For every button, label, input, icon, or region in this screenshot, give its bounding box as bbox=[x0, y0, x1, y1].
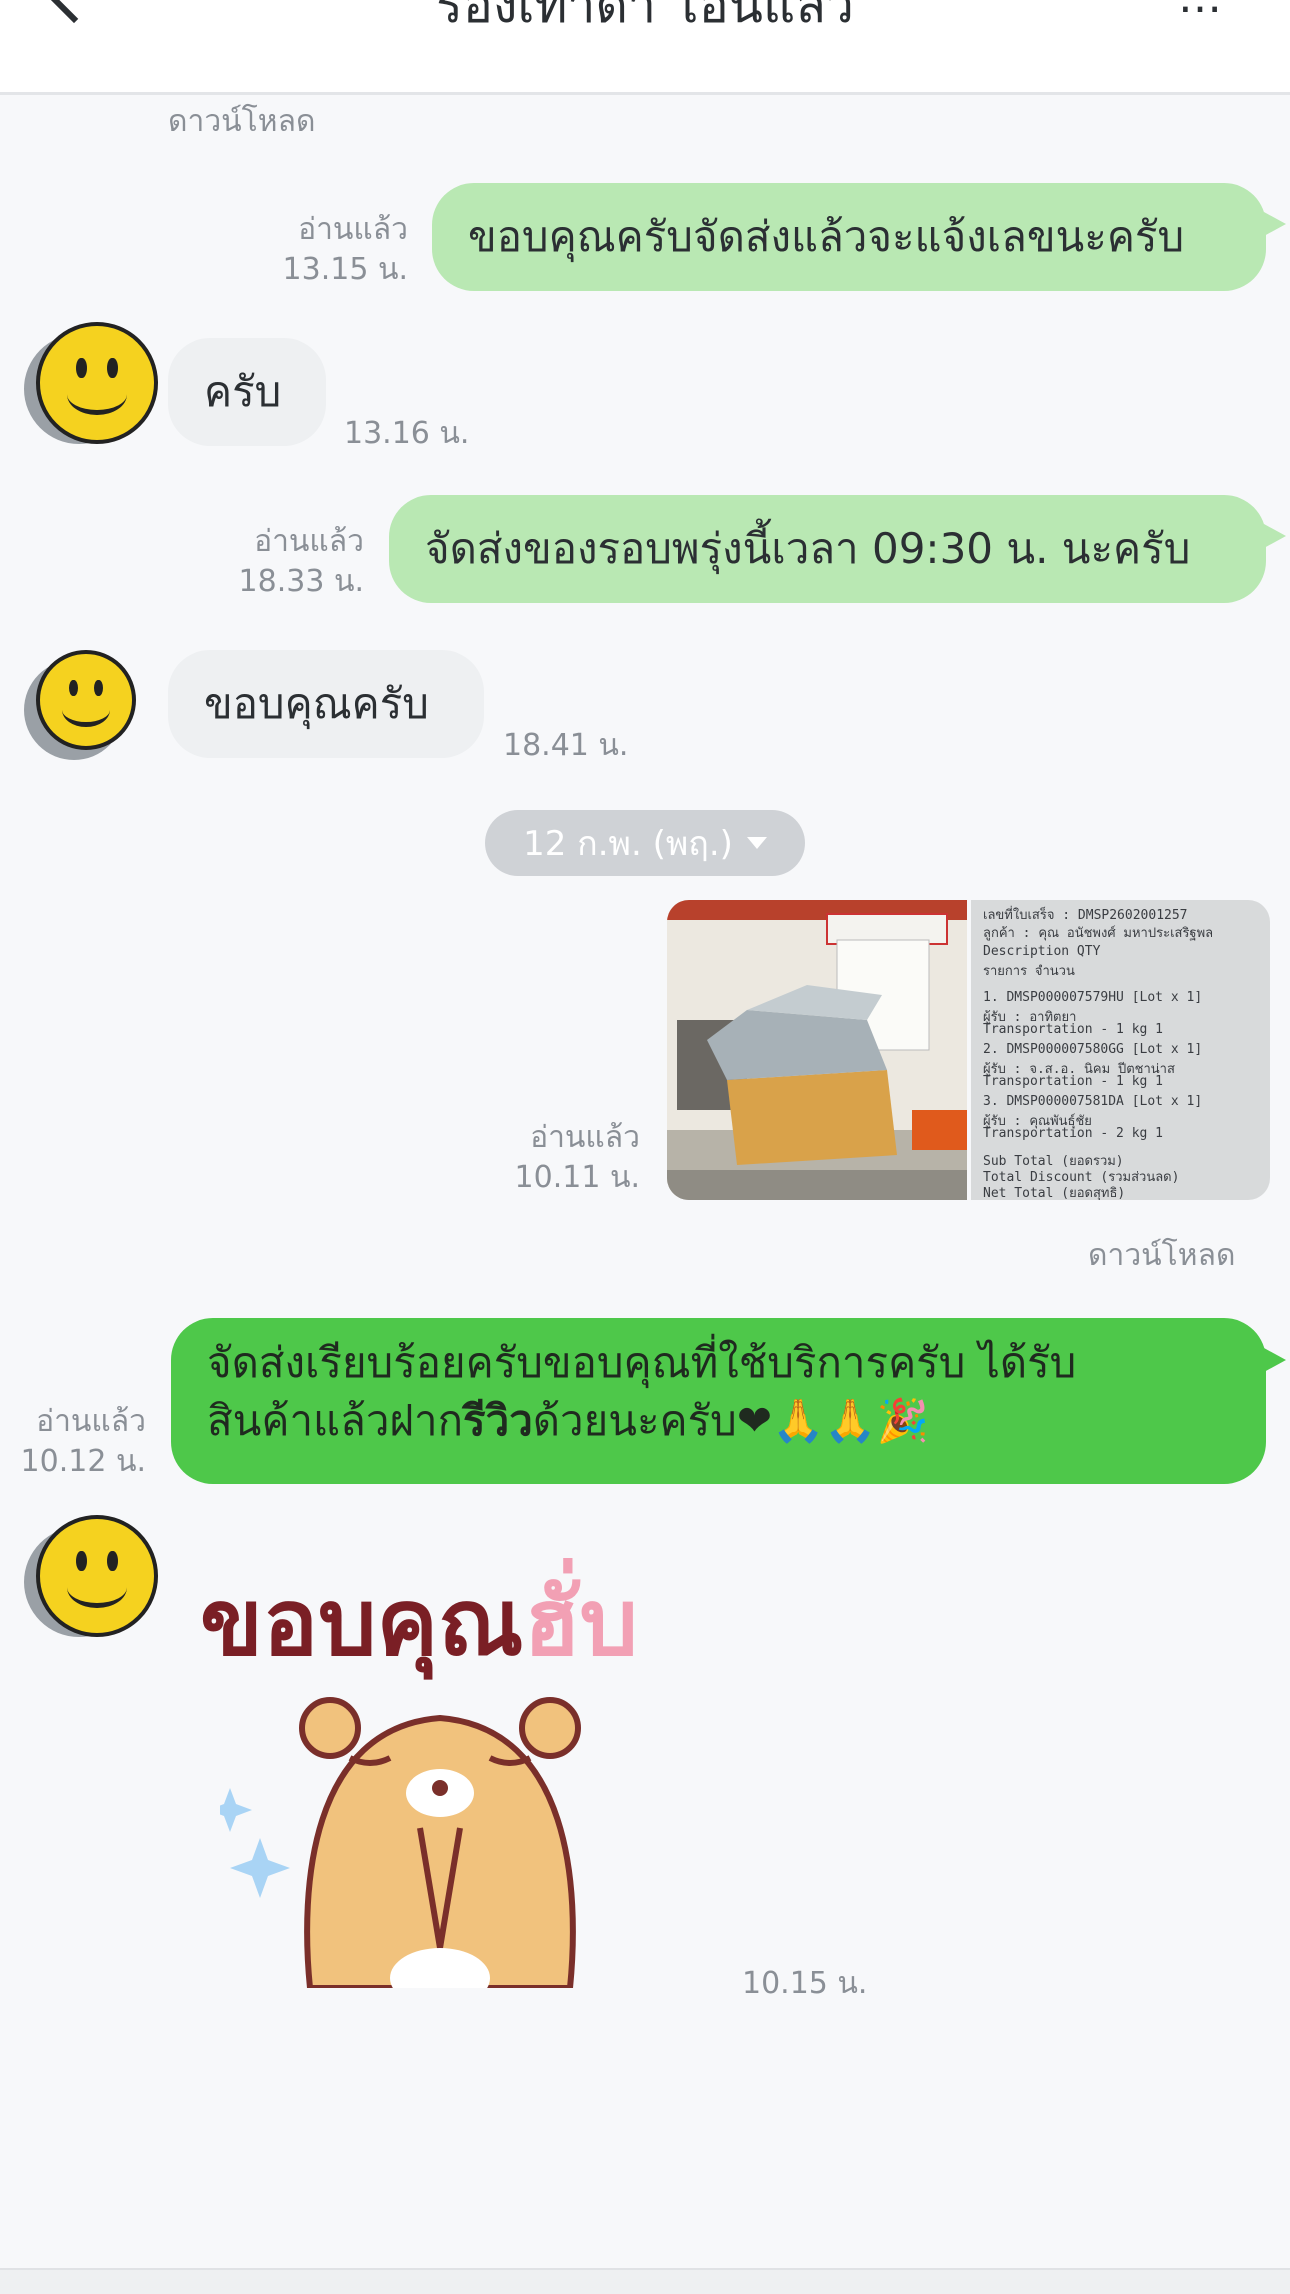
input-bar-edge bbox=[0, 2268, 1290, 2294]
download-link[interactable]: ดาวน์โหลด bbox=[168, 98, 315, 145]
message-time: 10.11 น. bbox=[514, 1160, 640, 1195]
smiley-face-icon bbox=[36, 1515, 158, 1637]
message-time: 10.15 น. bbox=[742, 1966, 868, 2001]
read-status: อ่านแล้ว bbox=[298, 212, 408, 247]
avatar[interactable] bbox=[24, 650, 136, 760]
chat-header: ร้องเท้าดำ โอนแล้ว … bbox=[0, 0, 1290, 95]
message-bubble-outgoing[interactable]: ขอบคุณครับจัดส่งแล้วจะแจ้งเลขนะครับ bbox=[432, 183, 1266, 291]
message-text: ครับ bbox=[204, 367, 282, 416]
receipt-line: Transportation - 1 kg 1 bbox=[983, 1074, 1164, 1089]
message-time: 10.12 น. bbox=[20, 1444, 146, 1479]
receipt-line: Net Total (ยอดสุทธิ) bbox=[983, 1186, 1126, 1200]
bear-praying-icon bbox=[220, 1697, 581, 1988]
read-receipt: อ่านแล้ว 18.33 น. bbox=[200, 522, 364, 602]
receipt-line: Transportation - 1 kg 1 bbox=[983, 1022, 1164, 1037]
receipt-line: ลูกค้า : คุณ อนัชพงศ์ มหาประเสริฐพล bbox=[983, 926, 1214, 941]
read-receipt: อ่านแล้ว 10.11 น. bbox=[470, 1118, 640, 1198]
message-time: 13.16 น. bbox=[344, 416, 470, 451]
message-time: 13.15 น. bbox=[282, 252, 408, 287]
bubble-tail bbox=[1264, 524, 1286, 548]
avatar[interactable] bbox=[24, 322, 158, 450]
thank-you-sticker[interactable]: ขอบคุณฮั่บ bbox=[200, 1548, 720, 1988]
message-text: จัดส่งของรอบพรุ่งนี้เวลา 09:30 น. นะครับ bbox=[425, 524, 1191, 573]
receipt-line: รายการ จำนวน bbox=[983, 964, 1075, 979]
package-photo-image bbox=[667, 900, 967, 1200]
more-options-icon[interactable]: … bbox=[1178, 0, 1224, 20]
receipt-line: 2. DMSP000007580GG [Lot x 1] bbox=[983, 1042, 1203, 1057]
read-status: อ่านแล้ว bbox=[530, 1120, 640, 1155]
avatar[interactable] bbox=[24, 1515, 158, 1643]
receipt-line: Transportation - 2 kg 1 bbox=[983, 1126, 1164, 1141]
bubble-tail bbox=[1264, 212, 1286, 236]
message-text: ขอบคุณครับ bbox=[204, 679, 429, 728]
bubble-tail bbox=[1264, 1348, 1286, 1372]
message-bubble-incoming[interactable]: ขอบคุณครับ bbox=[168, 650, 484, 758]
date-separator-chip[interactable]: 12 ก.พ. (พฤ.) bbox=[485, 810, 805, 876]
receipt-line: 3. DMSP000007581DA [Lot x 1] bbox=[983, 1094, 1203, 1109]
emoji-group: ❤🙏🙏🎉 bbox=[736, 1396, 929, 1445]
message-bubble-outgoing[interactable]: จัดส่งของรอบพรุ่งนี้เวลา 09:30 น. นะครับ bbox=[389, 495, 1266, 603]
smiley-face-icon bbox=[36, 650, 136, 750]
message-text-line1: จัดส่งเรียบร้อยครับขอบคุณที่ใช้บริการครั… bbox=[207, 1338, 1077, 1387]
chat-title: ร้องเท้าดำ โอนแล้ว bbox=[436, 0, 854, 34]
read-status: อ่านแล้ว bbox=[36, 1404, 146, 1439]
smiley-face-icon bbox=[36, 322, 158, 444]
receipt-line: Description QTY bbox=[983, 944, 1101, 959]
sticker-caption: ขอบคุณฮั่บ bbox=[200, 1569, 638, 1676]
message-text-line2: สินค้าแล้วฝากรีวิวด้วยนะครับ❤🙏🙏🎉 bbox=[207, 1396, 929, 1445]
review-bold-text: รีวิว bbox=[463, 1396, 533, 1445]
date-label: 12 ก.พ. (พฤ.) bbox=[523, 824, 733, 864]
read-receipt: อ่านแล้ว 13.15 น. bbox=[240, 210, 408, 290]
message-bubble-outgoing[interactable]: จัดส่งเรียบร้อยครับขอบคุณที่ใช้บริการครั… bbox=[171, 1318, 1266, 1484]
message-time: 18.41 น. bbox=[503, 728, 629, 763]
download-link[interactable]: ดาวน์โหลด bbox=[1088, 1232, 1235, 1279]
read-status: อ่านแล้ว bbox=[254, 524, 364, 559]
receipt-line: 1. DMSP000007579HU [Lot x 1] bbox=[983, 990, 1203, 1005]
message-text: ขอบคุณครับจัดส่งแล้วจะแจ้งเลขนะครับ bbox=[468, 212, 1185, 261]
message-bubble-incoming[interactable]: ครับ bbox=[168, 338, 326, 446]
photo-package[interactable] bbox=[667, 900, 967, 1200]
chevron-down-icon bbox=[746, 837, 767, 849]
message-time: 18.33 น. bbox=[238, 564, 364, 599]
read-receipt: อ่านแล้ว 10.12 น. bbox=[14, 1402, 146, 1482]
photo-receipt[interactable]: เลขที่ใบเสร็จ : DMSP2602001257 ลูกค้า : … bbox=[971, 900, 1270, 1200]
